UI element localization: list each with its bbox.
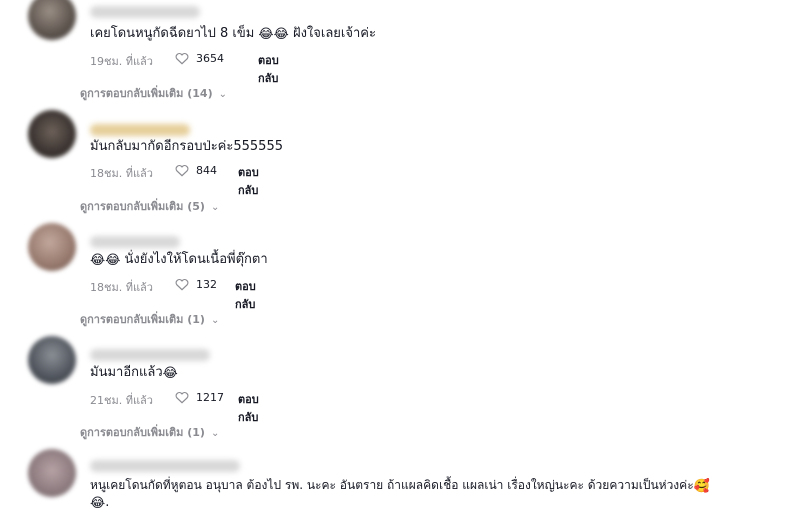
like-count: 844 xyxy=(196,164,217,177)
comment-text: 😂😂 นั่งยังไงให้โดนเนื้อพี่ตุ๊กตา xyxy=(90,252,268,268)
chevron-down-icon: ⌄ xyxy=(210,428,220,439)
laughing-emoji-icon: 😂 xyxy=(90,496,106,511)
chevron-down-icon: ⌄ xyxy=(210,315,220,326)
username[interactable] xyxy=(90,349,210,361)
comment-time: 18ชม. ที่แล้ว xyxy=(90,167,153,180)
avatar[interactable] xyxy=(28,223,76,271)
view-more-replies[interactable]: ดูการตอบกลับเพิ่มเติม (5) ⌄ xyxy=(80,197,219,215)
comment-text: หนูเคยโดนกัดที่หูตอน อนุบาล ต้องไป รพ. น… xyxy=(90,478,710,494)
username[interactable] xyxy=(90,6,200,18)
chevron-down-icon: ⌄ xyxy=(218,89,228,100)
heart-outline-icon[interactable] xyxy=(174,50,190,66)
like-count: 132 xyxy=(196,278,217,291)
avatar[interactable] xyxy=(28,110,76,158)
like-count: 1217 xyxy=(196,391,224,404)
chevron-down-icon: ⌄ xyxy=(210,202,220,213)
reply-button[interactable]: ตอบกลับ xyxy=(258,51,279,87)
comment-time: 19ชม. ที่แล้ว xyxy=(90,55,153,68)
comment-text: เคยโดนหนูกัดฉีดยาไป 8 เข็ม 😂😂 ฝังใจเลยเจ… xyxy=(90,26,376,42)
reply-button[interactable]: ตอบกลับ xyxy=(238,163,259,199)
comment-text-continued: 😂. xyxy=(90,495,110,511)
view-more-replies[interactable]: ดูการตอบกลับเพิ่มเติม (14) ⌄ xyxy=(80,84,227,102)
laughing-emoji-icon: 😂 xyxy=(162,366,178,381)
comment-text: มันกลับมากัดอีกรอบป่ะค่ะ555555 xyxy=(90,139,283,154)
comment-time: 18ชม. ที่แล้ว xyxy=(90,281,153,294)
view-more-replies[interactable]: ดูการตอบกลับเพิ่มเติม (1) ⌄ xyxy=(80,423,219,441)
username[interactable] xyxy=(90,460,240,472)
comment-time: 21ชม. ที่แล้ว xyxy=(90,394,153,407)
heart-outline-icon[interactable] xyxy=(174,389,190,405)
laughing-emoji-icon: 😂 xyxy=(90,253,106,268)
avatar[interactable] xyxy=(28,449,76,497)
username[interactable] xyxy=(90,124,190,136)
heart-outline-icon[interactable] xyxy=(174,162,190,178)
reply-button[interactable]: ตอบกลับ xyxy=(238,390,259,426)
laughing-emoji-icon: 😂 xyxy=(258,27,274,42)
avatar[interactable] xyxy=(28,0,76,40)
smiling-hearts-emoji-icon: 🥰 xyxy=(693,479,710,494)
laughing-emoji-icon: 😂 xyxy=(105,253,121,268)
like-count: 3654 xyxy=(196,52,224,65)
username[interactable] xyxy=(90,236,180,248)
heart-outline-icon[interactable] xyxy=(174,276,190,292)
reply-button[interactable]: ตอบกลับ xyxy=(235,277,256,313)
comment-text: มันมาอีกแล้ว😂 xyxy=(90,365,178,381)
view-more-replies[interactable]: ดูการตอบกลับเพิ่มเติม (1) ⌄ xyxy=(80,310,219,328)
avatar[interactable] xyxy=(28,336,76,384)
laughing-emoji-icon: 😂 xyxy=(273,27,289,42)
